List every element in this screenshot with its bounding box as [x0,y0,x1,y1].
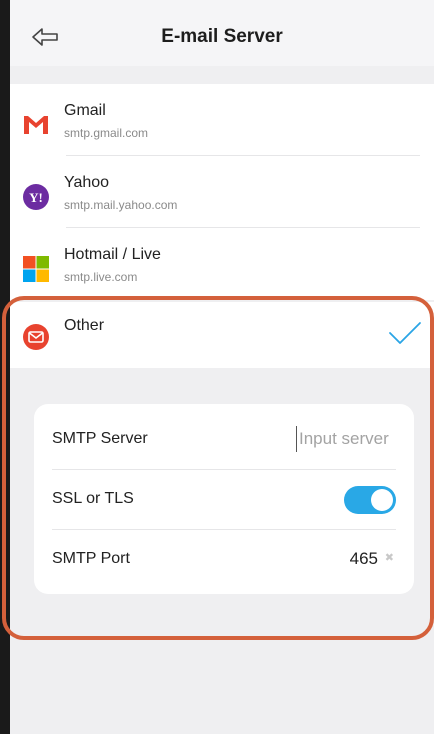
provider-name: Yahoo [64,174,110,191]
envelope-icon [22,323,50,351]
provider-name: Hotmail / Live [64,246,161,263]
gmail-icon [22,111,50,139]
toggle-knob [371,489,393,511]
ssl-row: SSL or TLS [52,470,396,530]
ssl-toggle[interactable] [344,486,396,514]
smtp-port-row: SMTP Port 465 ✖ [52,530,396,590]
provider-server: smtp.mail.yahoo.com [64,198,178,212]
smtp-settings-card: SMTP Server SSL or TLS SMTP Port 465 ✖ [34,404,414,594]
header-bar: E-mail Server [10,0,434,66]
provider-item-yahoo[interactable]: Y! Yahoo smtp.mail.yahoo.com [10,156,434,228]
smtp-server-input[interactable] [296,426,396,452]
windows-icon [22,255,50,283]
provider-server: smtp.live.com [64,270,138,284]
provider-item-other[interactable]: Other [10,302,434,368]
page-title: E-mail Server [161,26,283,47]
email-server-screen: E-mail Server Gmail smtp.gmail.com Y! Ya… [10,0,434,734]
clear-icon[interactable]: ✖ [385,551,394,564]
provider-server: smtp.gmail.com [64,126,149,140]
svg-text:Y!: Y! [29,190,43,205]
ssl-label: SSL or TLS [52,490,134,507]
provider-list: Gmail smtp.gmail.com Y! Yahoo smtp.mail.… [10,84,434,300]
yahoo-icon: Y! [22,183,50,211]
smtp-port-input[interactable]: 465 [350,549,378,569]
provider-item-gmail[interactable]: Gmail smtp.gmail.com [10,84,434,156]
smtp-port-label: SMTP Port [52,550,130,567]
smtp-server-row: SMTP Server [52,410,396,470]
checkmark-icon [388,320,422,346]
provider-name: Gmail [64,102,106,119]
smtp-server-label: SMTP Server [52,430,148,447]
provider-item-hotmail[interactable]: Hotmail / Live smtp.live.com [10,228,434,300]
provider-name: Other [64,317,105,334]
